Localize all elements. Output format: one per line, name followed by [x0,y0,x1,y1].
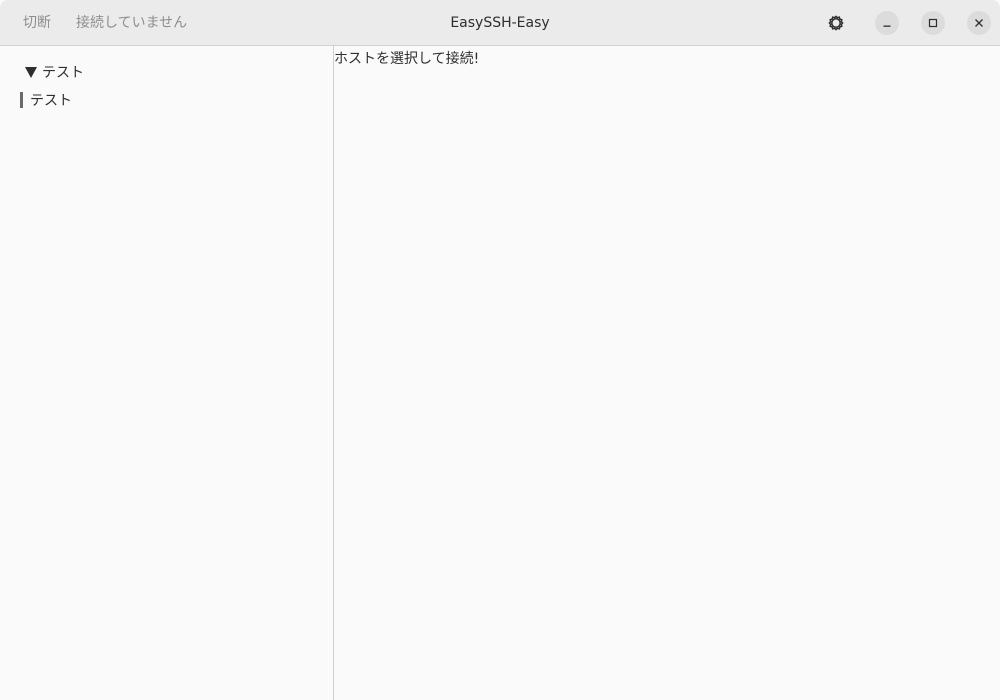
minimize-icon [883,25,891,27]
maximize-button[interactable] [921,11,945,35]
minimize-button[interactable] [875,11,899,35]
host-indicator [20,92,23,108]
connection-status-button[interactable]: 接続していません [76,0,187,46]
gear-icon [828,15,844,31]
maximize-icon [928,18,938,28]
sidebar-host-label: テスト [30,93,72,109]
sidebar-group-row[interactable]: テスト [25,62,84,82]
host-sidebar [0,46,333,700]
menu-button[interactable] [823,10,849,36]
headerbar: 切断 接続していません EasySSH-Easy [0,0,1000,46]
close-icon [975,19,983,27]
sidebar-group-label: テスト [42,65,84,81]
sidebar-host-item[interactable]: テスト [20,90,72,110]
pane-divider[interactable] [333,46,334,700]
app-window: 切断 接続していません EasySSH-Easy テスト テスト ホストを選択し… [0,0,1000,700]
triangle-down-icon[interactable] [25,67,37,78]
disconnect-button[interactable]: 切断 [23,0,51,46]
empty-state-message: ホストを選択して接続! [334,51,480,67]
close-button[interactable] [967,11,991,35]
